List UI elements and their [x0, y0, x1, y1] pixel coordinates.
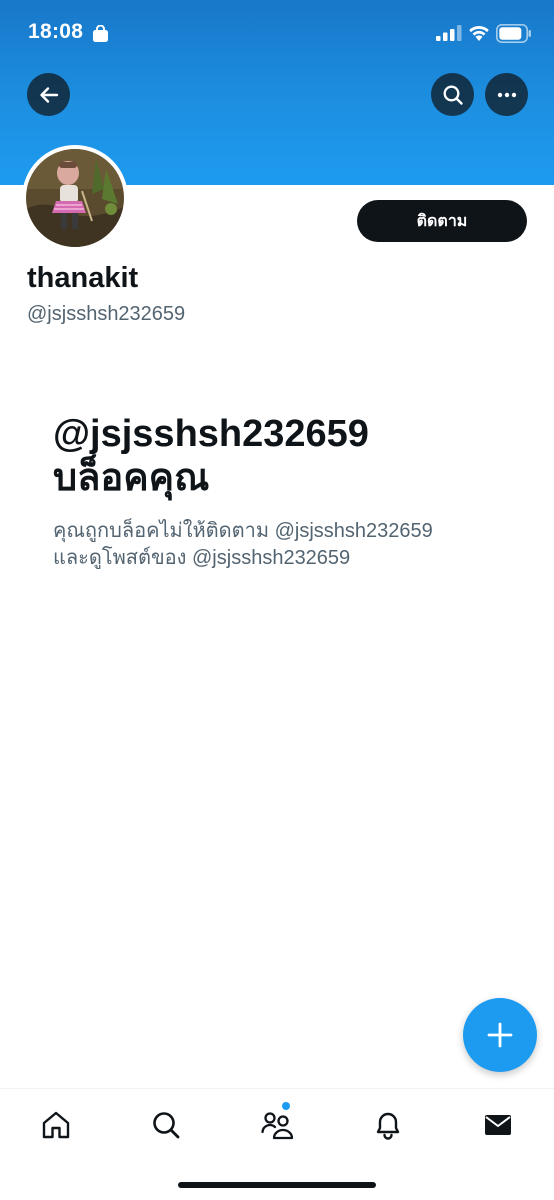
envelope-icon: [485, 1115, 511, 1135]
back-button[interactable]: [27, 73, 70, 116]
profile-display-name: thanakit: [27, 262, 139, 294]
communities-icon: [261, 1112, 294, 1140]
profile-page: 18:08 ติดตาม thanakit @jsjsshsh232659 @j…: [0, 0, 554, 1200]
lock-icon: [93, 25, 108, 42]
tab-home[interactable]: [36, 1105, 76, 1145]
avatar-image: [26, 149, 124, 247]
blocked-title-line: @jsjsshsh232659: [53, 413, 369, 455]
avatar[interactable]: [22, 145, 128, 251]
tab-notifications[interactable]: [368, 1105, 408, 1145]
compose-post-button[interactable]: [463, 998, 537, 1072]
tab-messages[interactable]: [478, 1105, 518, 1145]
search-button[interactable]: [431, 73, 474, 116]
blocked-description-line: และดูโพสต์ของ @jsjsshsh232659: [53, 547, 351, 569]
tab-communities[interactable]: [257, 1102, 297, 1145]
signal-icon: [436, 25, 462, 41]
blocked-description: คุณถูกบล็อคไม่ให้ติดตาม @jsjsshsh232659 …: [53, 518, 523, 572]
profile-handle: @jsjsshsh232659: [27, 303, 186, 325]
status-time: 18:08: [28, 20, 84, 43]
blocked-title-line: บล็อคคุณ: [53, 457, 210, 499]
home-icon: [42, 1111, 70, 1139]
bell-icon: [376, 1112, 400, 1140]
blocked-title: @jsjsshsh232659 บล็อคคุณ: [53, 412, 523, 500]
notification-dot: [282, 1102, 290, 1110]
follow-button[interactable]: ติดตาม: [357, 200, 527, 242]
search-icon: [443, 85, 463, 105]
plus-icon: [487, 1022, 513, 1048]
more-options-button[interactable]: [485, 73, 528, 116]
home-indicator[interactable]: [178, 1182, 376, 1188]
blocked-description-line: คุณถูกบล็อคไม่ให้ติดตาม @jsjsshsh232659: [53, 520, 433, 542]
search-icon: [153, 1112, 180, 1139]
wifi-icon: [469, 25, 489, 41]
more-horizontal-icon: [497, 92, 516, 97]
battery-icon: [496, 24, 531, 43]
status-bar: 18:08: [0, 0, 554, 66]
tab-search[interactable]: [146, 1105, 186, 1145]
arrow-left-icon: [39, 86, 58, 103]
